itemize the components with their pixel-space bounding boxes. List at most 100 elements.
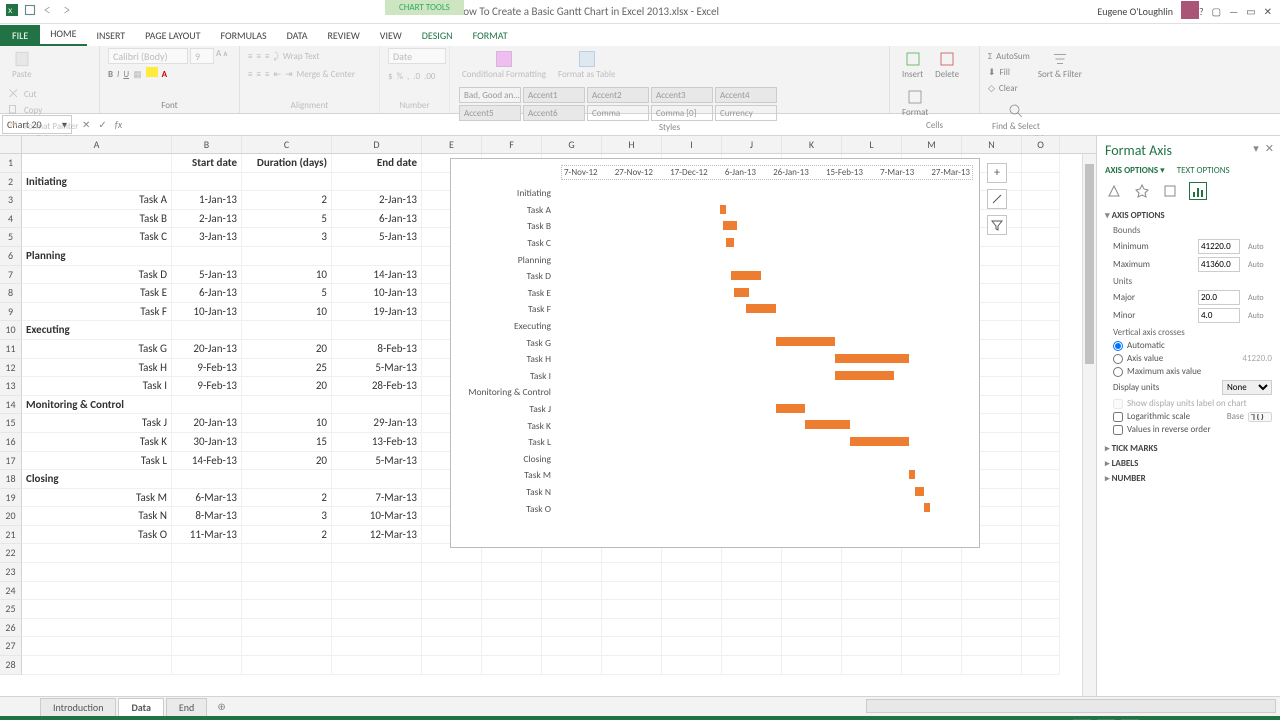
cell[interactable] (1022, 637, 1060, 656)
help-icon[interactable]: ? (1199, 5, 1204, 18)
cell[interactable] (902, 582, 962, 601)
cell[interactable] (1022, 377, 1060, 396)
cross-auto-radio[interactable] (1113, 341, 1123, 351)
cell[interactable]: Monitoring & Control (22, 396, 172, 415)
cell[interactable] (242, 582, 332, 601)
sort-filter-button[interactable]: Sort & Filter (1034, 48, 1086, 82)
cell[interactable] (782, 563, 842, 582)
row-header[interactable]: 22 (0, 544, 22, 563)
cell[interactable] (662, 600, 722, 619)
chart-plot-area[interactable] (557, 500, 973, 517)
chart-plot-area[interactable] (557, 235, 973, 252)
paste-button[interactable]: Paste (8, 48, 36, 82)
currency-icon[interactable]: $ (388, 71, 393, 82)
tab-review[interactable]: REVIEW (317, 25, 369, 46)
cell[interactable] (722, 563, 782, 582)
tab-home[interactable]: HOME (40, 23, 86, 46)
save-icon[interactable] (24, 4, 36, 19)
cell[interactable] (332, 656, 422, 675)
cell[interactable]: Task L (22, 452, 172, 471)
cell[interactable] (1022, 191, 1060, 210)
cell[interactable]: Start date (172, 154, 242, 173)
chart-plot-area[interactable] (557, 434, 973, 451)
cell[interactable] (172, 321, 242, 340)
cell[interactable]: Task D (22, 266, 172, 285)
cell[interactable] (242, 637, 332, 656)
cell[interactable] (542, 656, 602, 675)
row-header[interactable]: 8 (0, 284, 22, 303)
cell[interactable] (482, 656, 542, 675)
cell[interactable]: 3-Jan-13 (172, 228, 242, 247)
col-header-B[interactable]: B (172, 136, 242, 153)
cell[interactable] (842, 656, 902, 675)
align-mid-icon[interactable]: ≡ (256, 51, 260, 62)
style-box[interactable]: Comma (587, 105, 649, 121)
cell[interactable]: Task C (22, 228, 172, 247)
orientation-icon[interactable]: ⤸ (273, 51, 278, 62)
cell[interactable]: Task O (22, 526, 172, 545)
major-input[interactable] (1198, 290, 1240, 305)
cell[interactable] (482, 582, 542, 601)
col-header-O[interactable]: O (1022, 136, 1060, 153)
cell[interactable] (172, 544, 242, 563)
major-auto-button[interactable]: Auto (1248, 293, 1272, 303)
chart-plot-area[interactable] (557, 484, 973, 501)
cell[interactable] (422, 619, 482, 638)
dec-inc-icon[interactable]: .0 (413, 71, 420, 82)
chart-plot-area[interactable] (557, 384, 973, 401)
autosum-button[interactable]: Σ AutoSum (988, 48, 1030, 64)
cell[interactable] (962, 563, 1022, 582)
row-header[interactable]: 12 (0, 359, 22, 378)
cell[interactable]: 5-Mar-13 (332, 359, 422, 378)
cell[interactable] (332, 470, 422, 489)
axis-options-icon[interactable] (1189, 182, 1207, 200)
cell[interactable] (602, 600, 662, 619)
cell[interactable] (722, 637, 782, 656)
cell[interactable] (332, 544, 422, 563)
cell[interactable] (332, 637, 422, 656)
cell[interactable] (242, 619, 332, 638)
cell[interactable] (172, 619, 242, 638)
row-header[interactable]: 15 (0, 414, 22, 433)
cell[interactable] (22, 656, 172, 675)
row-header[interactable]: 25 (0, 600, 22, 619)
row-header[interactable]: 24 (0, 582, 22, 601)
col-header-A[interactable]: A (22, 136, 172, 153)
cell[interactable] (542, 563, 602, 582)
row-header[interactable]: 21 (0, 526, 22, 545)
gantt-bar[interactable] (835, 354, 909, 363)
gantt-bar[interactable] (726, 238, 735, 247)
wrap-text-button[interactable]: Wrap Text (283, 51, 320, 62)
dispunits-select[interactable]: None (1222, 380, 1272, 395)
merge-center-button[interactable]: Merge & Center (297, 69, 356, 80)
cell[interactable] (902, 563, 962, 582)
cell[interactable] (1022, 340, 1060, 359)
tab-design[interactable]: DESIGN (412, 25, 463, 46)
copy-button[interactable]: Copy (8, 102, 78, 118)
cell[interactable] (172, 173, 242, 192)
underline-button[interactable]: U (123, 69, 129, 80)
cross-axval-radio[interactable] (1113, 354, 1123, 364)
cell[interactable]: 20 (242, 340, 332, 359)
align-left-icon[interactable]: ≡ (248, 69, 252, 80)
log-check[interactable] (1113, 412, 1123, 422)
cell[interactable] (172, 470, 242, 489)
cell[interactable] (602, 563, 662, 582)
cell[interactable] (242, 173, 332, 192)
style-box[interactable]: Accent3 (651, 87, 713, 103)
gantt-bar[interactable] (776, 337, 835, 346)
axis-options-section[interactable]: AXIS OPTIONS (1105, 210, 1272, 221)
cell[interactable]: Task N (22, 507, 172, 526)
cell[interactable] (1022, 154, 1060, 173)
cell[interactable]: 6-Jan-13 (332, 210, 422, 229)
cross-max-radio[interactable] (1113, 367, 1123, 377)
style-box[interactable]: Comma [0] (651, 105, 713, 121)
cell[interactable]: 14-Jan-13 (332, 266, 422, 285)
cell[interactable] (1022, 284, 1060, 303)
cell[interactable]: 6-Jan-13 (172, 284, 242, 303)
cell[interactable] (722, 600, 782, 619)
comma-icon[interactable]: , (407, 71, 409, 82)
cell[interactable]: Task F (22, 303, 172, 322)
cell[interactable] (332, 396, 422, 415)
cell[interactable]: 2 (242, 191, 332, 210)
